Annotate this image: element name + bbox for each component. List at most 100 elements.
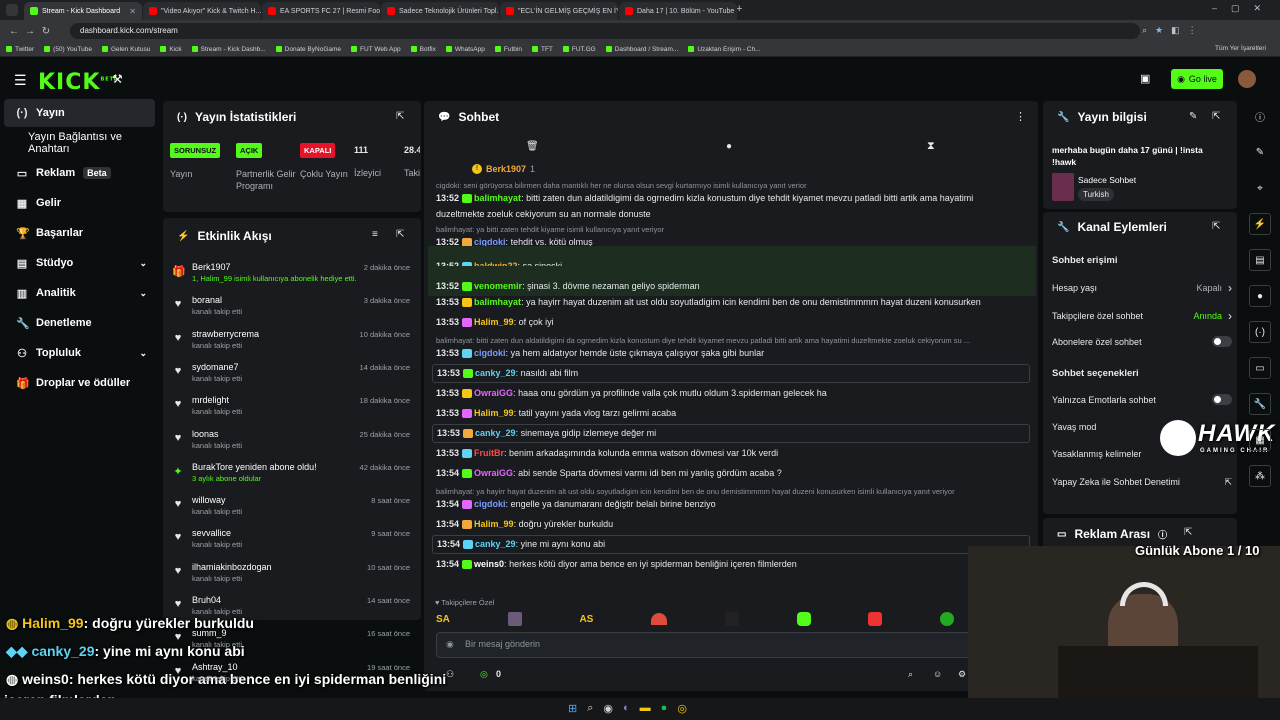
hamburger-menu-icon[interactable]: ☰ — [14, 72, 27, 89]
sidebar-item[interactable]: (·) Yayın — [4, 99, 155, 127]
emote-icon[interactable]: AS — [579, 614, 593, 625]
bookmark-item[interactable]: WhatsApp — [445, 46, 485, 53]
pin-icon[interactable]: ⚒ — [112, 72, 123, 86]
info-icon[interactable]: ⓘ — [1249, 105, 1271, 127]
chat-message[interactable]: 13:53 Halim_99: of çok iyi — [432, 316, 1030, 329]
chat-menu-icon[interactable]: ⋮ — [1015, 110, 1026, 123]
message-username[interactable]: balimhayat — [474, 297, 521, 307]
sidebar-item[interactable]: Yayın Bağlantısı ve Anahtarı — [4, 129, 164, 157]
avatar[interactable] — [1238, 70, 1256, 88]
target-icon[interactable]: ⌖ — [1249, 177, 1271, 199]
tab-search-icon[interactable] — [6, 4, 18, 16]
chat-message[interactable]: 13:53 FruitBr: benim arkadaşımında kolund… — [432, 447, 1030, 460]
emoji-icon[interactable]: ◉ — [446, 639, 454, 650]
bookmark-item[interactable]: TFT — [531, 46, 553, 53]
chat-access-row[interactable]: Hesap yaşı Kapalı › — [1052, 281, 1232, 295]
sidebar-item[interactable]: ▭ Reklam Beta — [4, 159, 155, 187]
wrench-icon[interactable]: 🔧 — [1249, 393, 1271, 415]
window-controls[interactable]: –▢✕ — [1212, 3, 1275, 14]
kick-logo[interactable]: KICKBETA — [38, 70, 119, 95]
forward-icon[interactable]: → — [22, 26, 38, 37]
share-icon[interactable]: ⁂ — [1249, 465, 1271, 487]
chat-message[interactable]: 13:53 OwraiGG: haaa onu gördüm ya profili… — [432, 387, 1030, 400]
emote-icon[interactable] — [940, 612, 955, 626]
toggle-switch[interactable] — [1212, 336, 1232, 347]
url-field[interactable]: dashboard.kick.com/stream — [70, 23, 1140, 39]
store-icon[interactable]: ▣ — [1140, 72, 1150, 85]
activity-item[interactable]: ♥ summ_9 kanalı takip etti 16 saat önce — [172, 628, 412, 661]
edit-icon[interactable]: ✎ — [1249, 141, 1271, 163]
bookmark-item[interactable]: Futbin — [494, 46, 522, 53]
popout-icon[interactable]: ⇱ — [1212, 221, 1220, 232]
message-username[interactable]: Halim_99 — [474, 317, 514, 327]
message-username[interactable]: Halim_99 — [474, 519, 514, 529]
terminal-icon[interactable]: ▭ — [1249, 357, 1271, 379]
message-username[interactable]: Halim_99 — [474, 408, 514, 418]
sidebar-item[interactable]: ▦ Gelir — [4, 189, 155, 217]
activity-item[interactable]: ♥ sydomane7 kanalı takip etti 14 dakika önc… — [172, 362, 412, 395]
spotify-icon[interactable]: ● — [661, 702, 668, 715]
bookmark-item[interactable]: Stream - Kick Dashb... — [191, 46, 266, 53]
users-icon[interactable]: ⚇ — [446, 669, 454, 680]
chat-access-row[interactable]: Takipçilere özel sohbet Anında › — [1052, 309, 1232, 323]
activity-item[interactable]: ♥ boranal kanalı takip etti 3 dakika önce — [172, 295, 412, 328]
activity-item[interactable]: ♥ sevvallice kanalı takip etti 9 saat önce — [172, 528, 412, 561]
toggle-switch[interactable] — [1212, 394, 1232, 405]
chat-option-row[interactable]: Yasaklanmış kelimeler — [1052, 449, 1232, 459]
bookmark-item[interactable]: (50) YouTube — [44, 46, 92, 53]
chat-message[interactable]: 13:53 Halim_99: tatil yayını yada vlog ta… — [432, 407, 1030, 420]
chat-message[interactable]: 13:54 OwraiGG: abi sende Sparta dövmesi v… — [432, 467, 1030, 480]
bookmark-item[interactable]: Kick — [160, 46, 182, 53]
activity-item[interactable]: ✦ BurakTore yeniden abone oldu! 3 aylık ab… — [172, 462, 412, 495]
activity-item[interactable]: ♥ Ashtray_10 kanalı takip etti 19 saat önce — [172, 662, 412, 695]
browser-tab[interactable]: Sadece Teknolojik Ürünleri Topl...✕ — [381, 2, 499, 20]
obs-icon[interactable]: ◉ — [603, 702, 613, 715]
chat-option-row[interactable]: Yavaş mod — [1052, 422, 1232, 432]
sidebar-item[interactable]: ▥ Analitik ⌄ — [4, 279, 155, 307]
message-username[interactable]: weins0 — [474, 559, 504, 569]
broadcast-icon[interactable]: (·) — [1249, 321, 1271, 343]
all-bookmarks[interactable]: Tüm Yer İşaretleri — [1215, 45, 1266, 52]
external-link-icon[interactable]: ⇱ — [1224, 477, 1232, 488]
sidebar-item[interactable]: ⚇ Topluluk ⌄ — [4, 339, 155, 367]
activity-item[interactable]: ♥ Bruh04 kanalı takip etti 14 saat önce — [172, 595, 412, 628]
emote-icon[interactable] — [724, 612, 739, 626]
settings-gear-icon[interactable]: ⚙ — [958, 669, 966, 680]
activity-item[interactable]: ♥ willoway kanalı takip etti 8 saat önce — [172, 495, 412, 528]
activity-item[interactable]: ♥ strawberrycrema kanalı takip etti 10 daki… — [172, 329, 412, 362]
chat-message[interactable]: 13:54 canky_29: yine mi aynı konu abi — [432, 535, 1030, 554]
browser-tab[interactable]: "ECL'İN GELMİŞ GEÇMİŞ EN İYİ...✕ — [500, 2, 618, 20]
info-icon[interactable]: ⓘ — [1158, 528, 1167, 541]
filter-icon[interactable]: ≡ — [372, 229, 378, 240]
chat-option-row[interactable]: Yapay Zeka ile Sohbet Denetimi ⇱ — [1052, 477, 1232, 488]
message-username[interactable]: OwraiGG — [474, 388, 513, 398]
search-icon[interactable]: ⌕ — [908, 669, 913, 680]
bookmark-item[interactable]: Donate ByNoGame — [275, 46, 341, 53]
message-username[interactable]: venomemir — [474, 281, 522, 291]
emote-menu-icon[interactable]: ☺ — [933, 669, 942, 679]
sidebar-item[interactable]: 🔧 Denetleme — [4, 309, 155, 337]
bookmark-item[interactable]: Dashboard / Stream... — [605, 46, 678, 53]
sidebar-item[interactable]: 🏆 Başarılar — [4, 219, 155, 247]
chat-message[interactable]: 13:54 Halim_99: doğru yürekler burkuldu — [432, 518, 1030, 531]
chat-message[interactable]: 13:53 balimhayat: ya hayirr hayat duzenim… — [432, 296, 1030, 309]
bookmark-item[interactable]: Gelen Kutusu — [101, 46, 150, 53]
search-icon[interactable]: ⌕ — [587, 702, 593, 715]
browser-tab[interactable]: Daha 17 | 10. Bölüm - YouTube✕ — [619, 2, 737, 20]
tab-close-icon[interactable]: ✕ — [129, 7, 136, 16]
folder-icon[interactable]: ▬ — [640, 702, 651, 715]
go-live-button[interactable]: ◉ Go live — [1171, 69, 1223, 89]
chat-access-row[interactable]: Abonelere özel sohbet — [1052, 336, 1232, 347]
layout-icon[interactable]: ▦ — [1249, 429, 1271, 451]
message-username[interactable]: cigdoki — [474, 348, 506, 358]
bookmark-item[interactable]: Uzaktan Erişim - Ch... — [688, 46, 761, 53]
chrome-icon[interactable]: ◎ — [677, 702, 687, 715]
message-username[interactable]: canky_29 — [475, 428, 516, 438]
popout-icon[interactable]: ⇱ — [396, 111, 404, 122]
chat-message[interactable]: 13:53 canky_29: nasıldı abi film — [432, 364, 1030, 383]
category-name[interactable]: Sadece Sohbet — [1078, 175, 1136, 185]
emote-icon[interactable] — [796, 612, 811, 626]
bolt-icon[interactable]: ⚡ — [1249, 213, 1271, 235]
message-username[interactable]: canky_29 — [475, 539, 516, 549]
chat-bubble-icon[interactable]: ● — [726, 141, 732, 152]
